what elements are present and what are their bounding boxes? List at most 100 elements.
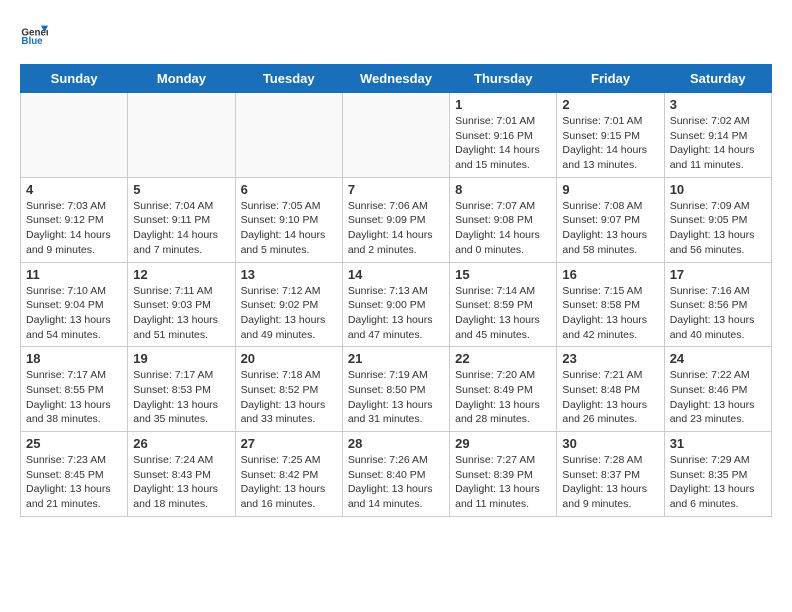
day-cell	[21, 93, 128, 178]
day-info: Sunrise: 7:01 AMSunset: 9:16 PMDaylight:…	[455, 114, 551, 173]
day-number: 19	[133, 351, 229, 366]
day-number: 17	[670, 267, 766, 282]
day-number: 8	[455, 182, 551, 197]
day-number: 13	[241, 267, 337, 282]
header-tuesday: Tuesday	[235, 65, 342, 93]
day-cell: 19 Sunrise: 7:17 AMSunset: 8:53 PMDayligh…	[128, 347, 235, 432]
day-info: Sunrise: 7:18 AMSunset: 8:52 PMDaylight:…	[241, 368, 337, 427]
day-number: 21	[348, 351, 444, 366]
header-saturday: Saturday	[664, 65, 771, 93]
day-number: 18	[26, 351, 122, 366]
day-number: 26	[133, 436, 229, 451]
day-number: 22	[455, 351, 551, 366]
week-row-2: 4 Sunrise: 7:03 AMSunset: 9:12 PMDaylight…	[21, 177, 772, 262]
header-friday: Friday	[557, 65, 664, 93]
calendar-table: SundayMondayTuesdayWednesdayThursdayFrid…	[20, 64, 772, 517]
day-info: Sunrise: 7:01 AMSunset: 9:15 PMDaylight:…	[562, 114, 658, 173]
day-number: 5	[133, 182, 229, 197]
day-cell: 10Sunrise: 7:09 AMSunset: 9:05 PMDayligh…	[664, 177, 771, 262]
day-cell: 7 Sunrise: 7:06 AMSunset: 9:09 PMDaylight…	[342, 177, 449, 262]
day-number: 28	[348, 436, 444, 451]
day-number: 23	[562, 351, 658, 366]
week-row-1: 1 Sunrise: 7:01 AMSunset: 9:16 PMDaylight…	[21, 93, 772, 178]
day-cell: 18 Sunrise: 7:17 AMSunset: 8:55 PMDayligh…	[21, 347, 128, 432]
day-cell: 28 Sunrise: 7:26 AMSunset: 8:40 PMDayligh…	[342, 432, 449, 517]
day-info: Sunrise: 7:19 AMSunset: 8:50 PMDaylight:…	[348, 368, 444, 427]
day-cell: 24 Sunrise: 7:22 AMSunset: 8:46 PMDayligh…	[664, 347, 771, 432]
day-info: Sunrise: 7:17 AMSunset: 8:53 PMDaylight:…	[133, 368, 229, 427]
day-cell: 8 Sunrise: 7:07 AMSunset: 9:08 PMDaylight…	[450, 177, 557, 262]
day-cell: 17 Sunrise: 7:16 AMSunset: 8:56 PMDayligh…	[664, 262, 771, 347]
day-number: 15	[455, 267, 551, 282]
header-thursday: Thursday	[450, 65, 557, 93]
day-number: 4	[26, 182, 122, 197]
day-number: 2	[562, 97, 658, 112]
day-cell: 11Sunrise: 7:10 AMSunset: 9:04 PMDayligh…	[21, 262, 128, 347]
day-info: Sunrise: 7:06 AMSunset: 9:09 PMDaylight:…	[348, 199, 444, 258]
day-cell: 14 Sunrise: 7:13 AMSunset: 9:00 PMDayligh…	[342, 262, 449, 347]
header-monday: Monday	[128, 65, 235, 93]
day-cell: 12Sunrise: 7:11 AMSunset: 9:03 PMDayligh…	[128, 262, 235, 347]
day-info: Sunrise: 7:22 AMSunset: 8:46 PMDaylight:…	[670, 368, 766, 427]
day-info: Sunrise: 7:08 AMSunset: 9:07 PMDaylight:…	[562, 199, 658, 258]
week-row-4: 18 Sunrise: 7:17 AMSunset: 8:55 PMDayligh…	[21, 347, 772, 432]
day-info: Sunrise: 7:25 AMSunset: 8:42 PMDaylight:…	[241, 453, 337, 512]
day-cell: 21 Sunrise: 7:19 AMSunset: 8:50 PMDayligh…	[342, 347, 449, 432]
day-cell: 27 Sunrise: 7:25 AMSunset: 8:42 PMDayligh…	[235, 432, 342, 517]
day-cell: 29 Sunrise: 7:27 AMSunset: 8:39 PMDayligh…	[450, 432, 557, 517]
day-cell: 3 Sunrise: 7:02 AMSunset: 9:14 PMDaylight…	[664, 93, 771, 178]
day-cell: 5 Sunrise: 7:04 AMSunset: 9:11 PMDaylight…	[128, 177, 235, 262]
day-number: 16	[562, 267, 658, 282]
svg-text:Blue: Blue	[21, 36, 43, 47]
day-number: 29	[455, 436, 551, 451]
day-cell: 23 Sunrise: 7:21 AMSunset: 8:48 PMDayligh…	[557, 347, 664, 432]
day-cell: 15 Sunrise: 7:14 AMSunset: 8:59 PMDayligh…	[450, 262, 557, 347]
header-sunday: Sunday	[21, 65, 128, 93]
logo-icon: General Blue	[20, 20, 48, 48]
day-info: Sunrise: 7:02 AMSunset: 9:14 PMDaylight:…	[670, 114, 766, 173]
day-info: Sunrise: 7:14 AMSunset: 8:59 PMDaylight:…	[455, 284, 551, 343]
day-number: 12	[133, 267, 229, 282]
day-cell: 30 Sunrise: 7:28 AMSunset: 8:37 PMDayligh…	[557, 432, 664, 517]
day-cell: 16Sunrise: 7:15 AMSunset: 8:58 PMDayligh…	[557, 262, 664, 347]
day-info: Sunrise: 7:13 AMSunset: 9:00 PMDaylight:…	[348, 284, 444, 343]
week-row-5: 25 Sunrise: 7:23 AMSunset: 8:45 PMDayligh…	[21, 432, 772, 517]
day-info: Sunrise: 7:03 AMSunset: 9:12 PMDaylight:…	[26, 199, 122, 258]
day-number: 30	[562, 436, 658, 451]
day-cell: 2 Sunrise: 7:01 AMSunset: 9:15 PMDaylight…	[557, 93, 664, 178]
day-number: 3	[670, 97, 766, 112]
day-info: Sunrise: 7:17 AMSunset: 8:55 PMDaylight:…	[26, 368, 122, 427]
day-info: Sunrise: 7:07 AMSunset: 9:08 PMDaylight:…	[455, 199, 551, 258]
day-number: 7	[348, 182, 444, 197]
day-cell: 25 Sunrise: 7:23 AMSunset: 8:45 PMDayligh…	[21, 432, 128, 517]
day-cell	[235, 93, 342, 178]
day-info: Sunrise: 7:16 AMSunset: 8:56 PMDaylight:…	[670, 284, 766, 343]
day-number: 20	[241, 351, 337, 366]
day-cell: 1 Sunrise: 7:01 AMSunset: 9:16 PMDaylight…	[450, 93, 557, 178]
day-number: 10	[670, 182, 766, 197]
day-info: Sunrise: 7:05 AMSunset: 9:10 PMDaylight:…	[241, 199, 337, 258]
day-number: 24	[670, 351, 766, 366]
day-number: 6	[241, 182, 337, 197]
week-row-3: 11Sunrise: 7:10 AMSunset: 9:04 PMDayligh…	[21, 262, 772, 347]
day-number: 25	[26, 436, 122, 451]
day-cell: 9Sunrise: 7:08 AMSunset: 9:07 PMDaylight…	[557, 177, 664, 262]
day-info: Sunrise: 7:21 AMSunset: 8:48 PMDaylight:…	[562, 368, 658, 427]
day-info: Sunrise: 7:28 AMSunset: 8:37 PMDaylight:…	[562, 453, 658, 512]
day-info: Sunrise: 7:10 AMSunset: 9:04 PMDaylight:…	[26, 284, 122, 343]
day-info: Sunrise: 7:27 AMSunset: 8:39 PMDaylight:…	[455, 453, 551, 512]
day-info: Sunrise: 7:04 AMSunset: 9:11 PMDaylight:…	[133, 199, 229, 258]
day-number: 27	[241, 436, 337, 451]
logo: General Blue	[20, 20, 48, 48]
page-header: General Blue	[20, 20, 772, 48]
day-cell	[128, 93, 235, 178]
day-info: Sunrise: 7:12 AMSunset: 9:02 PMDaylight:…	[241, 284, 337, 343]
day-info: Sunrise: 7:23 AMSunset: 8:45 PMDaylight:…	[26, 453, 122, 512]
day-cell: 20 Sunrise: 7:18 AMSunset: 8:52 PMDayligh…	[235, 347, 342, 432]
day-info: Sunrise: 7:26 AMSunset: 8:40 PMDaylight:…	[348, 453, 444, 512]
day-cell: 6 Sunrise: 7:05 AMSunset: 9:10 PMDaylight…	[235, 177, 342, 262]
day-number: 14	[348, 267, 444, 282]
day-cell: 26 Sunrise: 7:24 AMSunset: 8:43 PMDayligh…	[128, 432, 235, 517]
day-info: Sunrise: 7:24 AMSunset: 8:43 PMDaylight:…	[133, 453, 229, 512]
day-number: 1	[455, 97, 551, 112]
